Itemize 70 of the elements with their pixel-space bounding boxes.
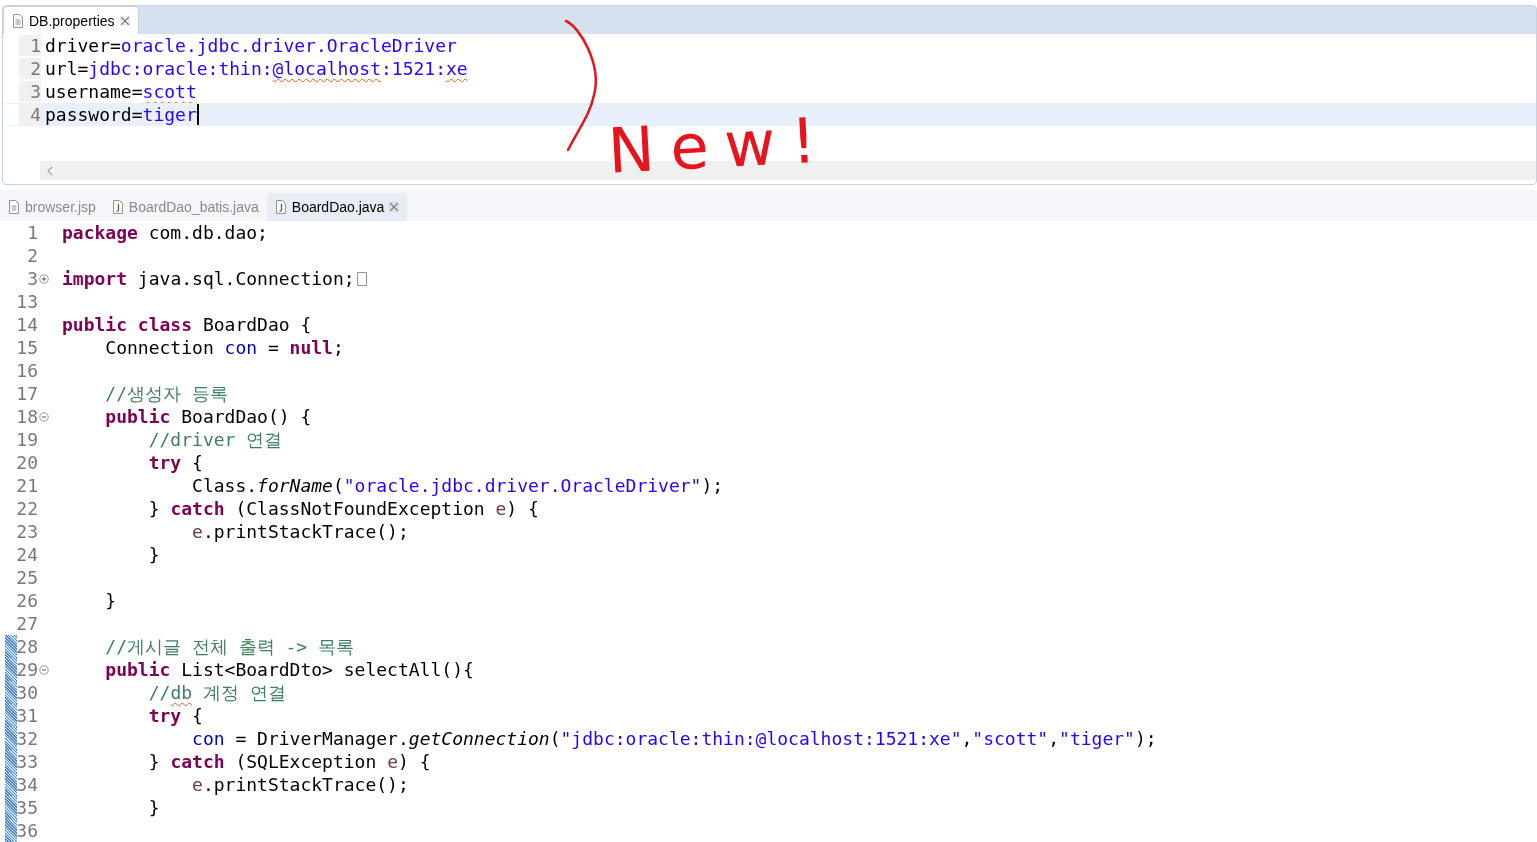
code-line: con = DriverManager.getConnection("jdbc:oracle:thin:@localhost:1521:xe","scott","tiger"); — [191, 728, 1157, 749]
line-number: 20 — [16, 452, 38, 473]
code-line: public BoardDao() { — [104, 406, 312, 427]
code-line: //생성자 등록 — [104, 381, 228, 406]
code-line: e.printStackTrace(); — [191, 521, 409, 542]
line-number: 1 — [27, 222, 38, 243]
text-file-icon — [12, 13, 24, 28]
close-icon[interactable] — [119, 15, 130, 26]
line-number: 24 — [16, 544, 38, 565]
java-file-icon — [111, 200, 124, 214]
java-file-icon — [274, 200, 287, 214]
line-number: 19 — [16, 429, 38, 450]
line-number: 22 — [16, 498, 38, 519]
line-number: 2 — [27, 245, 38, 266]
code-line: //driver 연결 — [147, 427, 283, 452]
code-line: try { — [147, 705, 203, 726]
code-line: try { — [147, 452, 203, 473]
folded-code-marker[interactable] — [356, 271, 367, 286]
line-number: 13 — [16, 291, 38, 312]
line-number: 3 — [27, 268, 38, 289]
code-line: } — [147, 544, 160, 565]
code-line: e.printStackTrace(); — [191, 774, 409, 795]
scroll-left-icon — [46, 165, 54, 176]
line-number: 27 — [16, 613, 38, 634]
line-number: 34 — [16, 774, 38, 795]
code-line: public List<BoardDto> selectAll(){ — [104, 659, 474, 680]
fold-collapse-icon[interactable] — [39, 665, 49, 675]
line-number: 31 — [16, 705, 38, 726]
handwritten-note: New! — [606, 109, 834, 183]
editor-tab[interactable]: BoardDao.java — [266, 193, 408, 221]
fold-expand-icon[interactable] — [39, 274, 49, 284]
line-number: 18 — [16, 406, 38, 427]
code-line: username=scott — [45, 81, 197, 102]
line-number: 4 — [30, 104, 41, 125]
line-number: 30 — [16, 682, 38, 703]
code-line: Class.forName("oracle.jdbc.driver.OracleDriver"); — [191, 475, 724, 496]
line-number: 36 — [16, 820, 38, 841]
editor-tab[interactable]: DB.properties — [3, 6, 139, 34]
code-line: //db 계정 연결 — [147, 680, 286, 705]
line-number: 3 — [30, 81, 41, 102]
line-number: 2 — [30, 58, 41, 79]
line-number: 17 — [16, 383, 38, 404]
code-line: password=tiger — [45, 104, 197, 125]
code-line: package com.db.dao; — [62, 222, 268, 243]
code-line: } catch (ClassNotFoundException e) { — [147, 498, 539, 519]
text-file-icon — [8, 200, 20, 214]
code-line: } — [104, 590, 117, 611]
line-number: 35 — [16, 797, 38, 818]
line-number: 23 — [16, 521, 38, 542]
code-line: public class BoardDao { — [62, 314, 312, 335]
code-line: //게시글 전체 출력 -> 목록 — [104, 634, 355, 659]
line-number: 28 — [16, 636, 38, 657]
line-number: 21 — [16, 475, 38, 496]
line-number: 15 — [16, 337, 38, 358]
line-number: 26 — [16, 590, 38, 611]
line-number: 25 — [16, 567, 38, 588]
code-line: url=jdbc:oracle:thin:@localhost:1521:xe — [45, 58, 468, 79]
code-line: import java.sql.Connection; — [62, 268, 355, 289]
code-line: } — [147, 797, 160, 818]
line-number: 33 — [16, 751, 38, 772]
code-line: driver=oracle.jdbc.driver.OracleDriver — [45, 35, 457, 56]
fold-collapse-icon[interactable] — [39, 412, 49, 422]
line-number: 16 — [16, 360, 38, 381]
line-number: 29 — [16, 659, 38, 680]
line-number: 14 — [16, 314, 38, 335]
line-number: 1 — [30, 35, 41, 56]
code-line: Connection con = null; — [104, 337, 344, 358]
line-number: 32 — [16, 728, 38, 749]
code-line: } catch (SQLException e) { — [147, 751, 431, 772]
close-icon[interactable] — [389, 202, 400, 212]
